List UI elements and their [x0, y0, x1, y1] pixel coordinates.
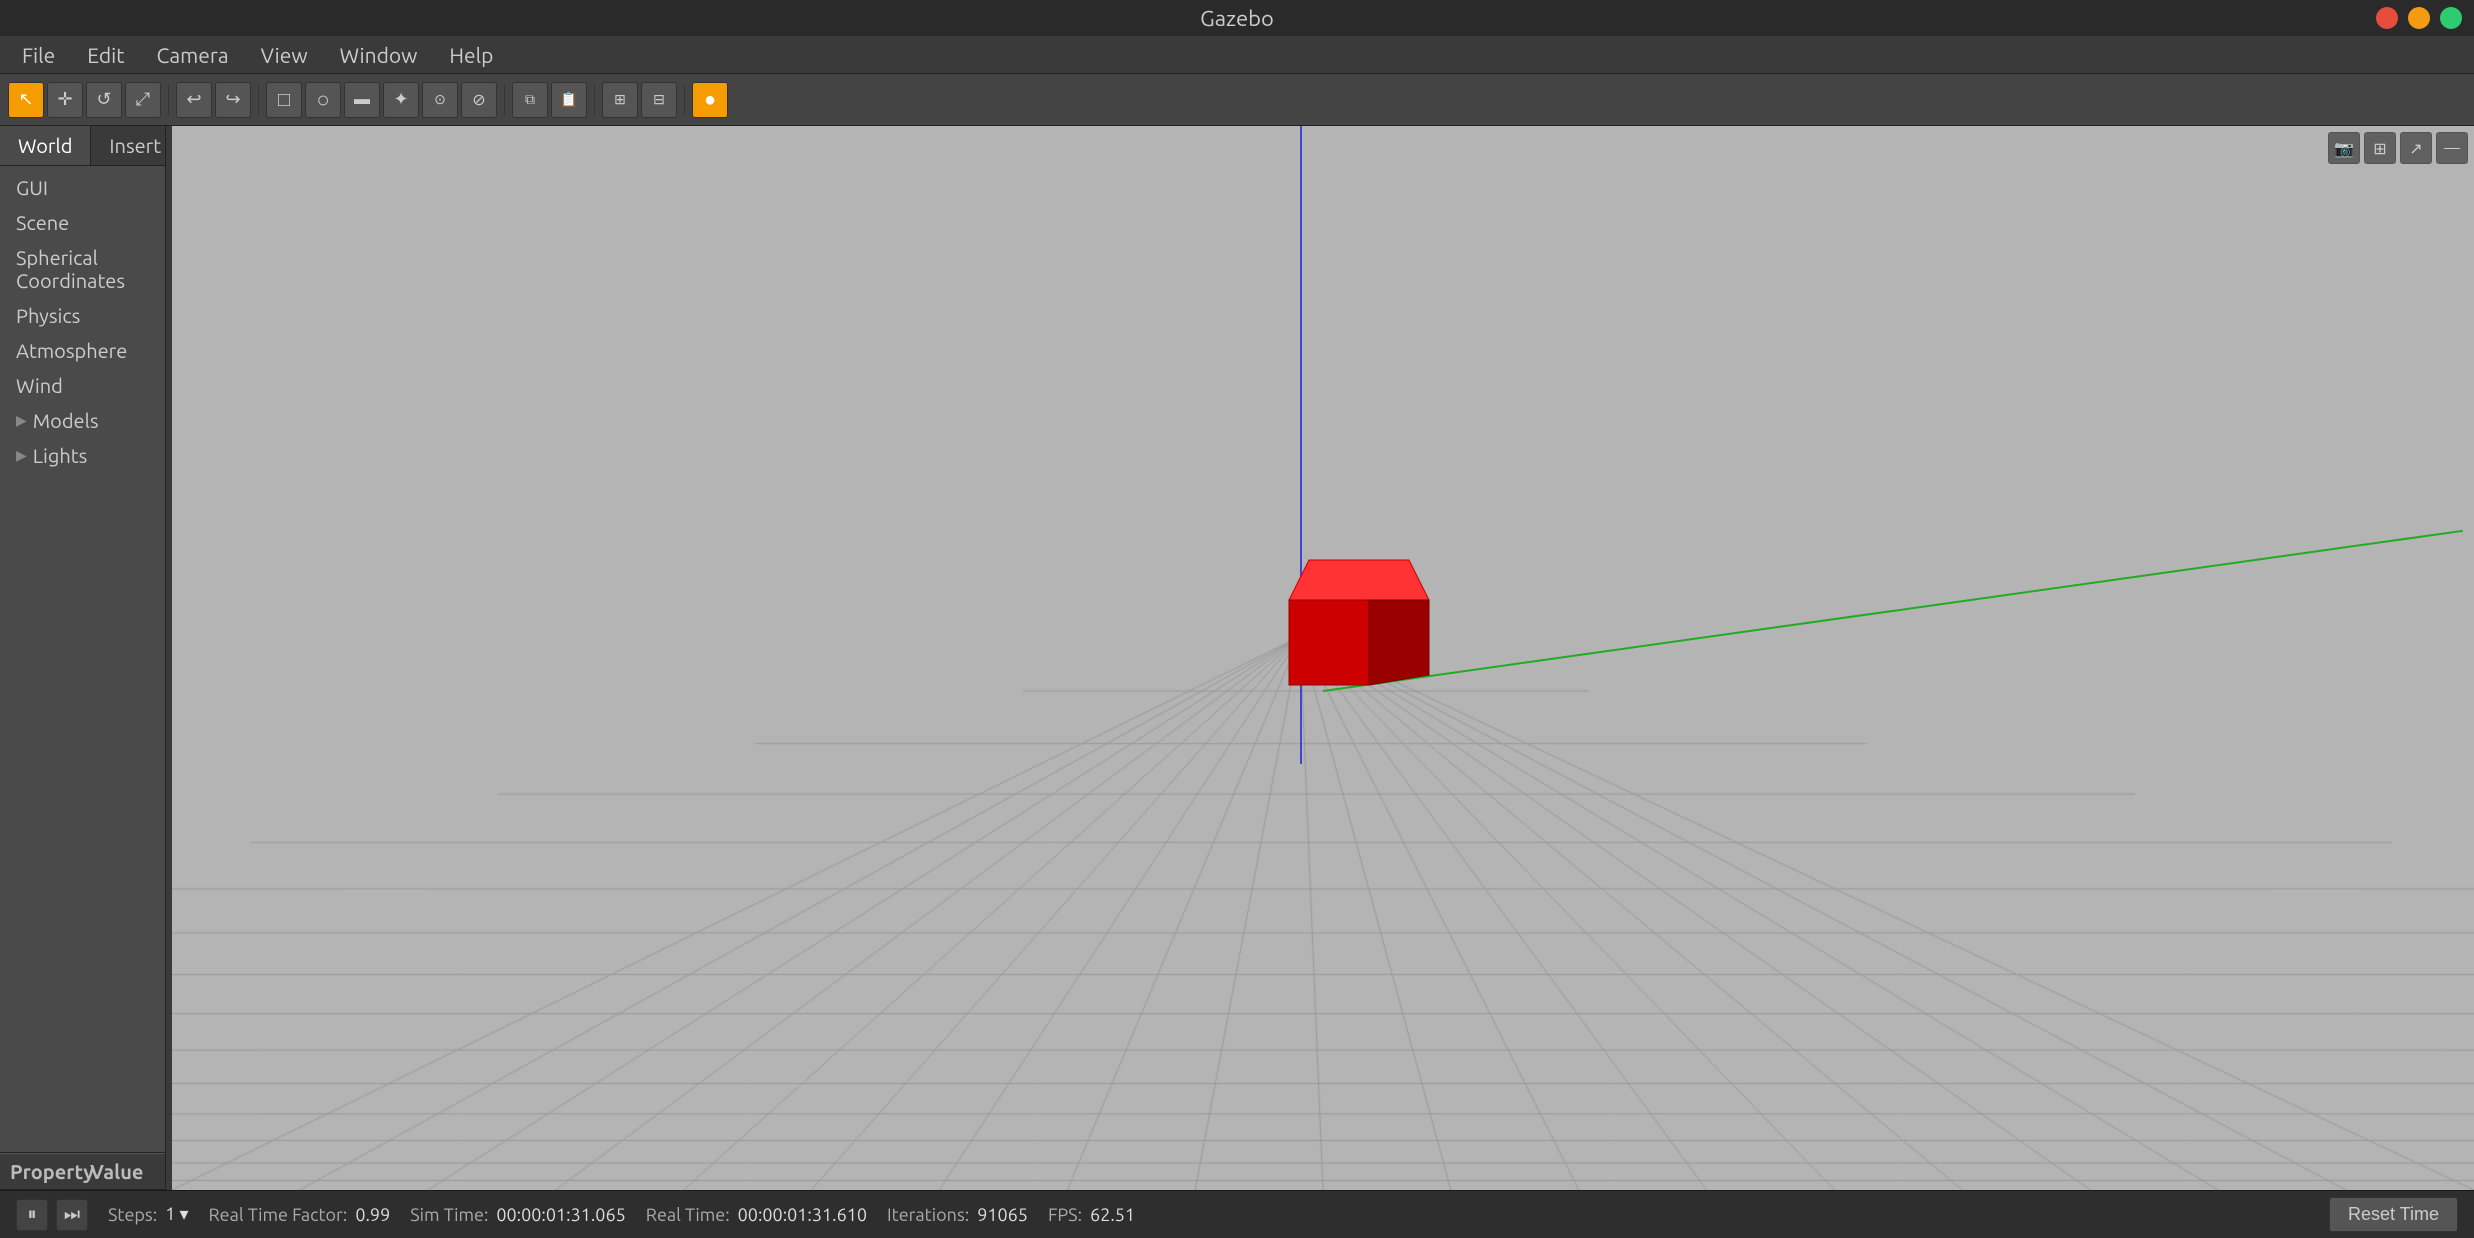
minimize-btn[interactable]: [2408, 7, 2430, 29]
sim-time-label: Sim Time:: [410, 1205, 488, 1225]
menu-edit[interactable]: Edit: [73, 39, 138, 71]
menu-camera[interactable]: Camera: [142, 39, 242, 71]
viewport-collapse-icon[interactable]: —: [2436, 132, 2468, 164]
value-col-header: Value: [80, 1154, 153, 1189]
viewport-expand-icon[interactable]: ↗: [2400, 132, 2432, 164]
snap-button[interactable]: ⊟: [641, 82, 677, 118]
iterations-label: Iterations:: [887, 1205, 969, 1225]
fps-value: 62.51: [1090, 1205, 1135, 1225]
step-button[interactable]: ⏭: [56, 1199, 88, 1231]
property-header: Property Value: [0, 1153, 165, 1190]
viewport-top-right-controls: 📷 ⊞ ↗ —: [2328, 132, 2468, 164]
menubar: File Edit Camera View Window Help: [0, 36, 2474, 74]
paste-button[interactable]: 📋: [551, 82, 587, 118]
rotate-tool-button[interactable]: ↺: [86, 82, 122, 118]
sidebar-item-models-label: Models: [33, 409, 99, 432]
red-box-object[interactable]: [1254, 530, 1454, 705]
menu-help[interactable]: Help: [435, 39, 507, 71]
left-panel: World Insert Layers GUI Scene Spherical …: [0, 126, 166, 1190]
steps-label: Steps:: [108, 1205, 157, 1225]
select-tool-button[interactable]: ↖: [8, 82, 44, 118]
rtf-label: Real Time Factor:: [209, 1205, 348, 1225]
close-btn[interactable]: [2376, 7, 2398, 29]
sidebar-item-lights[interactable]: Lights: [0, 438, 165, 473]
main-layout: World Insert Layers GUI Scene Spherical …: [0, 126, 2474, 1190]
viewport-camera-icon[interactable]: 📷: [2328, 132, 2360, 164]
sidebar-item-physics-label: Physics: [16, 304, 80, 327]
playback-controls: ⏸ ⏭: [16, 1199, 88, 1231]
sidebar-item-scene[interactable]: Scene: [0, 205, 165, 240]
property-col-header: Property: [0, 1154, 80, 1189]
toolbar-sep-5: [684, 85, 685, 115]
translate-tool-button[interactable]: ✛: [47, 82, 83, 118]
cylinder-button[interactable]: ▬: [344, 82, 380, 118]
fps-label: FPS:: [1048, 1205, 1082, 1225]
step-icon: ⏭: [64, 1204, 80, 1225]
sim-time-value: 00:00:01:31.065: [496, 1205, 625, 1225]
fps-section: FPS: 62.51: [1048, 1205, 1135, 1225]
real-time-value: 00:00:01:31.610: [738, 1205, 867, 1225]
sidebar-item-wind-label: Wind: [16, 374, 63, 397]
box-button[interactable]: □: [266, 82, 302, 118]
sidebar-item-gui[interactable]: GUI: [0, 170, 165, 205]
maximize-btn[interactable]: [2440, 7, 2462, 29]
tabs: World Insert Layers: [0, 126, 165, 166]
statusbar: ⏸ ⏭ Steps: 1 ▾ Real Time Factor: 0.99 Si…: [0, 1190, 2474, 1238]
toolbar-sep-1: [168, 85, 169, 115]
viewport-grid-icon[interactable]: ⊞: [2364, 132, 2396, 164]
reset-time-button[interactable]: Reset Time: [2329, 1197, 2458, 1232]
tab-world[interactable]: World: [0, 126, 91, 165]
toolbar: ↖ ✛ ↺ ⤢ ↩ ↪ □ ○ ▬ ✦ ⊙ ⊘ ⧉ 📋 ⊞ ⊟ ●: [0, 74, 2474, 126]
iterations-section: Iterations: 91065: [887, 1205, 1028, 1225]
sim-time-section: Sim Time: 00:00:01:31.065: [410, 1205, 626, 1225]
viewport[interactable]: 📷 ⊞ ↗ —: [172, 126, 2474, 1190]
dir-light-button[interactable]: ⊘: [461, 82, 497, 118]
titlebar: Gazebo: [0, 0, 2474, 36]
menu-view[interactable]: View: [247, 39, 322, 71]
red-cube-svg: [1254, 530, 1454, 700]
spot-light-button[interactable]: ⊙: [422, 82, 458, 118]
pause-button[interactable]: ⏸: [16, 1199, 48, 1231]
toolbar-sep-3: [504, 85, 505, 115]
steps-section: Steps: 1 ▾: [108, 1204, 189, 1225]
real-time-factor-section: Real Time Factor: 0.99: [209, 1205, 391, 1225]
toolbar-sep-2: [258, 85, 259, 115]
sidebar-item-spherical-coords[interactable]: Spherical Coordinates: [0, 240, 165, 298]
menu-window[interactable]: Window: [326, 39, 432, 71]
sidebar-item-physics[interactable]: Physics: [0, 298, 165, 333]
sidebar-item-scene-label: Scene: [16, 211, 69, 234]
sidebar-items: GUI Scene Spherical Coordinates Physics …: [0, 166, 165, 1152]
rtf-value: 0.99: [355, 1205, 390, 1225]
pause-icon: ⏸: [28, 1204, 37, 1225]
menu-file[interactable]: File: [8, 39, 69, 71]
real-time-label: Real Time:: [646, 1205, 730, 1225]
sidebar-item-atmosphere[interactable]: Atmosphere: [0, 333, 165, 368]
align-button[interactable]: ⊞: [602, 82, 638, 118]
property-panel: Property Value: [0, 1152, 165, 1190]
copy-button[interactable]: ⧉: [512, 82, 548, 118]
sphere-button[interactable]: ○: [305, 82, 341, 118]
app-title: Gazebo: [1200, 6, 1274, 31]
point-light-button[interactable]: ✦: [383, 82, 419, 118]
real-time-section: Real Time: 00:00:01:31.610: [646, 1205, 867, 1225]
redo-button[interactable]: ↪: [215, 82, 251, 118]
window-controls: [2376, 7, 2462, 29]
sidebar-item-lights-label: Lights: [33, 444, 88, 467]
sidebar-item-spherical-coords-label: Spherical Coordinates: [16, 246, 153, 292]
sidebar-item-gui-label: GUI: [16, 176, 48, 199]
scale-tool-button[interactable]: ⤢: [125, 82, 161, 118]
iterations-value: 91065: [977, 1205, 1028, 1225]
toolbar-sep-4: [594, 85, 595, 115]
sidebar-item-atmosphere-label: Atmosphere: [16, 339, 127, 362]
sidebar-item-wind[interactable]: Wind: [0, 368, 165, 403]
orange-toggle-button[interactable]: ●: [692, 82, 728, 118]
sidebar-item-models[interactable]: Models: [0, 403, 165, 438]
steps-value[interactable]: 1 ▾: [165, 1204, 188, 1225]
undo-button[interactable]: ↩: [176, 82, 212, 118]
